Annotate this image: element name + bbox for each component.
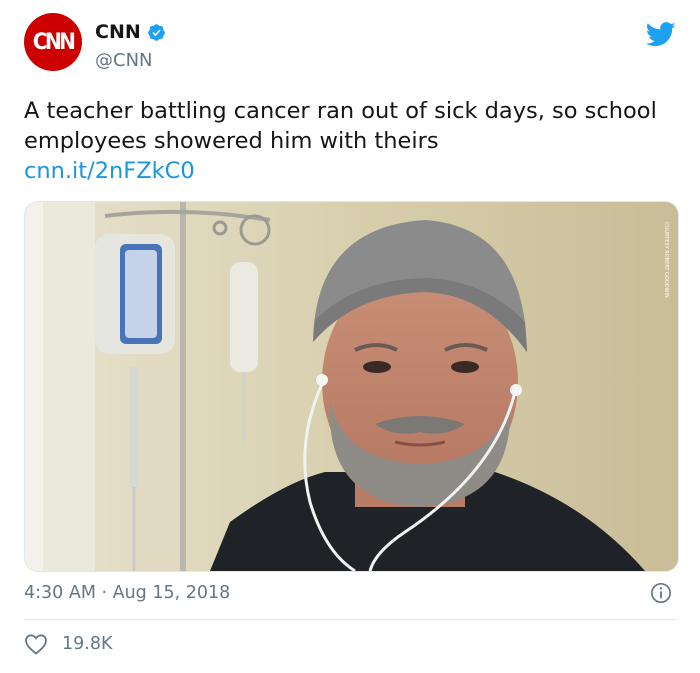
- like-count: 19.8K: [62, 634, 113, 654]
- tweet-photo[interactable]: COURTESY ROBERT GOODWIN: [24, 201, 679, 572]
- display-name[interactable]: CNN: [95, 21, 141, 43]
- heart-icon[interactable]: [24, 633, 48, 655]
- tweet-card: CNN CNN @CNN A teacher battling cancer r…: [0, 0, 700, 673]
- tweet-link[interactable]: cnn.it/2nFZkC0: [24, 158, 195, 184]
- verified-badge-icon: [147, 23, 165, 41]
- divider: [24, 619, 677, 620]
- tweet-text: A teacher battling cancer ran out of sic…: [24, 98, 657, 154]
- account-name-row[interactable]: CNN: [95, 21, 166, 43]
- tweet-timestamp[interactable]: 4:30 AM · Aug 15, 2018: [24, 583, 230, 603]
- twitter-bird-icon[interactable]: [646, 22, 676, 47]
- info-icon[interactable]: [650, 582, 672, 604]
- like-action[interactable]: 19.8K: [24, 633, 112, 655]
- cnn-logo: CNN: [32, 29, 76, 55]
- account-handle[interactable]: @CNN: [95, 50, 153, 71]
- avatar[interactable]: CNN: [24, 13, 82, 71]
- photo-illustration: COURTESY ROBERT GOODWIN: [25, 202, 678, 571]
- photo-watermark: COURTESY ROBERT GOODWIN: [663, 222, 669, 298]
